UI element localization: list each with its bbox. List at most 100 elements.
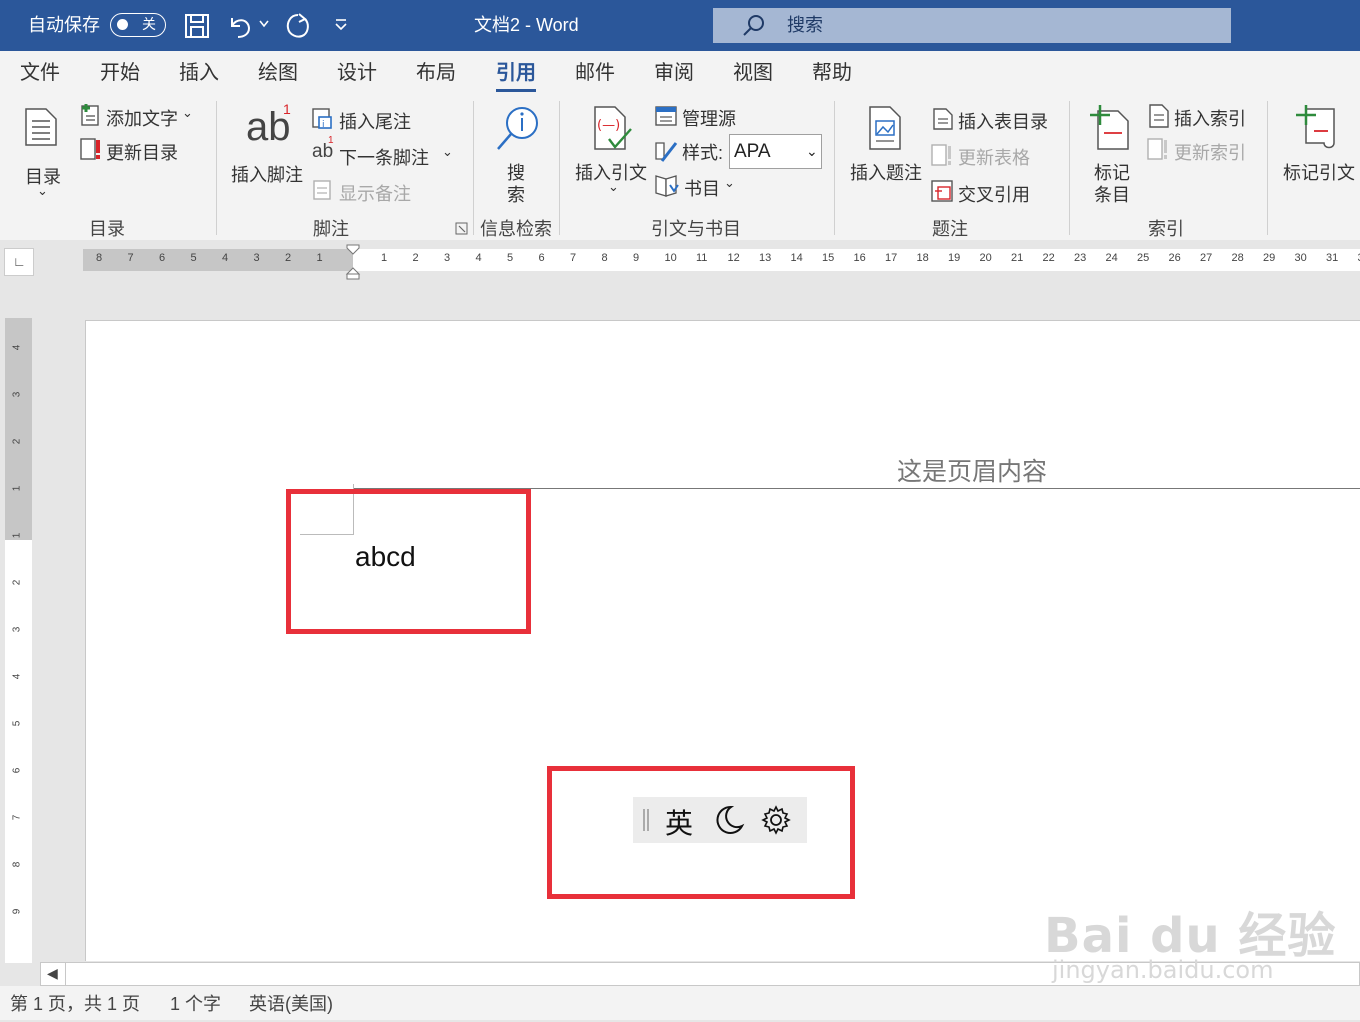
undo-icon[interactable] — [226, 12, 254, 40]
ruler-number: 13 — [759, 252, 771, 264]
language-indicator[interactable]: 英语(美国) — [249, 986, 333, 1022]
search-research-button[interactable]: 搜 索 — [488, 101, 548, 201]
insert-citation-button[interactable]: (—) 插入引文 ⌄ — [571, 101, 651, 201]
ruler-number: 14 — [791, 252, 803, 264]
ruler-numbers: 8765432112345678910111213141516171819202… — [0, 249, 1360, 271]
add-text-chevron-icon[interactable]: ⌄ — [182, 105, 193, 121]
undo-dropdown-icon[interactable] — [258, 18, 270, 30]
save-icon[interactable] — [184, 13, 210, 39]
ruler-number: 11 — [696, 252, 707, 264]
mark-entry-button[interactable]: 标记 条目 — [1082, 101, 1142, 201]
bibliography-chevron-icon[interactable]: ⌄ — [724, 175, 735, 191]
redo-icon[interactable] — [284, 11, 312, 41]
tab-layout[interactable]: 布局 — [416, 51, 456, 95]
separator — [1267, 101, 1268, 235]
ime-drag-handle[interactable] — [643, 809, 645, 831]
mark-citation-icon — [1294, 103, 1340, 151]
tab-draw[interactable]: 绘图 — [258, 51, 298, 95]
ime-toolbar[interactable]: 英 — [633, 797, 807, 843]
insert-caption-button[interactable]: 插入题注 — [846, 101, 926, 201]
tab-home[interactable]: 开始 — [100, 51, 140, 95]
update-table-button[interactable]: 更新表格 — [958, 144, 1030, 170]
ruler-number: 29 — [1263, 252, 1275, 264]
insert-index-button[interactable]: 插入索引 — [1174, 105, 1246, 131]
highlight-box-header — [286, 489, 531, 634]
title-bar: 自动保存 关 文档2 - Word 搜索 — [0, 0, 1360, 51]
vertical-ruler-number: 4 — [11, 674, 22, 680]
search-box[interactable]: 搜索 — [713, 8, 1231, 43]
manage-sources-button[interactable]: 管理源 — [682, 105, 736, 131]
separator — [473, 101, 474, 235]
insert-endnote-button[interactable]: 插入尾注 — [339, 108, 411, 134]
vertical-ruler-number: 8 — [11, 862, 22, 868]
table-of-contents-icon — [24, 107, 58, 147]
vertical-ruler-number: 1 — [11, 533, 22, 539]
word-count[interactable]: 1 个字 — [170, 986, 221, 1022]
page-count[interactable]: 第 1 页，共 1 页 — [10, 986, 140, 1022]
tab-view[interactable]: 视图 — [733, 51, 773, 95]
tab-design[interactable]: 设计 — [337, 51, 377, 95]
style-select[interactable]: APA ⌄ — [729, 134, 822, 169]
bibliography-button[interactable]: 书目 — [684, 175, 720, 201]
tab-review[interactable]: 审阅 — [654, 51, 694, 95]
bibliography-icon — [654, 173, 680, 199]
update-index-button[interactable]: 更新索引 — [1174, 139, 1246, 165]
svg-text:(—): (—) — [597, 118, 620, 133]
watermark-url: jingyan.baidu.com — [1052, 956, 1273, 984]
header-text[interactable]: 这是页眉内容 — [897, 452, 1047, 488]
next-footnote-chevron-icon[interactable]: ⌄ — [442, 144, 453, 160]
ime-drag-handle[interactable] — [647, 809, 649, 831]
ruler-number: 23 — [1074, 252, 1086, 264]
update-toc-button[interactable]: 更新目录 — [106, 139, 178, 165]
indent-marker-icon[interactable] — [345, 244, 361, 280]
customize-toolbar-icon[interactable] — [333, 17, 349, 33]
svg-text:i: i — [322, 120, 325, 130]
style-value: APA — [734, 135, 771, 168]
separator — [1069, 101, 1070, 235]
group-label-footnotes: 脚注 — [313, 215, 349, 241]
table-of-contents-button[interactable]: 目录 ⌄ — [14, 103, 70, 197]
tab-references[interactable]: 引用 — [496, 51, 536, 95]
ruler-number: 15 — [822, 252, 834, 264]
mark-citation-label: 标记引文 — [1283, 159, 1355, 185]
baidu-watermark: Bai du 经验 jingyan.baidu.com — [1040, 876, 1360, 986]
ruler-number: 31 — [1326, 252, 1338, 264]
search-icon — [741, 13, 767, 39]
insert-table-of-figures-button[interactable]: 插入表目录 — [958, 108, 1048, 134]
research-label-2: 索 — [507, 181, 525, 207]
insert-footnote-button[interactable]: ab 1 插入脚注 — [226, 101, 308, 191]
tab-file[interactable]: 文件 — [20, 51, 60, 95]
show-notes-icon — [312, 179, 332, 201]
toggle-knob — [117, 19, 128, 30]
horizontal-ruler: ∟ 87654321123456789101112131415161718192… — [0, 240, 1360, 282]
tab-mailings[interactable]: 邮件 — [575, 51, 615, 95]
mark-citation-button[interactable]: 标记引文 — [1280, 101, 1360, 201]
add-text-button[interactable]: 添加文字 — [106, 105, 178, 131]
ruler-number: 7 — [570, 252, 576, 264]
footnote-superscript: 1 — [283, 101, 291, 117]
next-footnote-button[interactable]: 下一条脚注 — [339, 144, 429, 170]
citation-chevron-icon: ⌄ — [608, 179, 619, 195]
style-dropdown-icon[interactable]: ⌄ — [806, 135, 818, 168]
scroll-left-icon[interactable]: ◀ — [47, 965, 58, 982]
chevron-down-icon: ⌄ — [37, 183, 48, 199]
ruler-number: 4 — [222, 252, 228, 264]
research-search-icon — [492, 105, 540, 155]
vertical-ruler-number: 5 — [11, 721, 22, 727]
show-notes-button[interactable]: 显示备注 — [339, 180, 411, 206]
dialog-launcher-icon[interactable] — [455, 222, 468, 235]
gear-icon[interactable] — [761, 805, 791, 835]
ruler-number: 8 — [96, 252, 102, 264]
style-icon — [654, 139, 680, 163]
autosave-toggle[interactable]: 关 — [110, 13, 166, 37]
tab-insert[interactable]: 插入 — [179, 51, 219, 95]
table-of-figures-icon — [932, 107, 954, 131]
ruler-number: 2 — [285, 252, 291, 264]
vertical-ruler-number: 1 — [11, 486, 22, 492]
style-label: 样式: — [682, 139, 723, 165]
vertical-ruler-number: 2 — [11, 580, 22, 586]
cross-reference-button[interactable]: 交叉引用 — [958, 181, 1030, 207]
tab-help[interactable]: 帮助 — [812, 51, 852, 95]
moon-icon[interactable] — [713, 804, 745, 836]
ime-mode-toggle[interactable]: 英 — [665, 802, 693, 842]
